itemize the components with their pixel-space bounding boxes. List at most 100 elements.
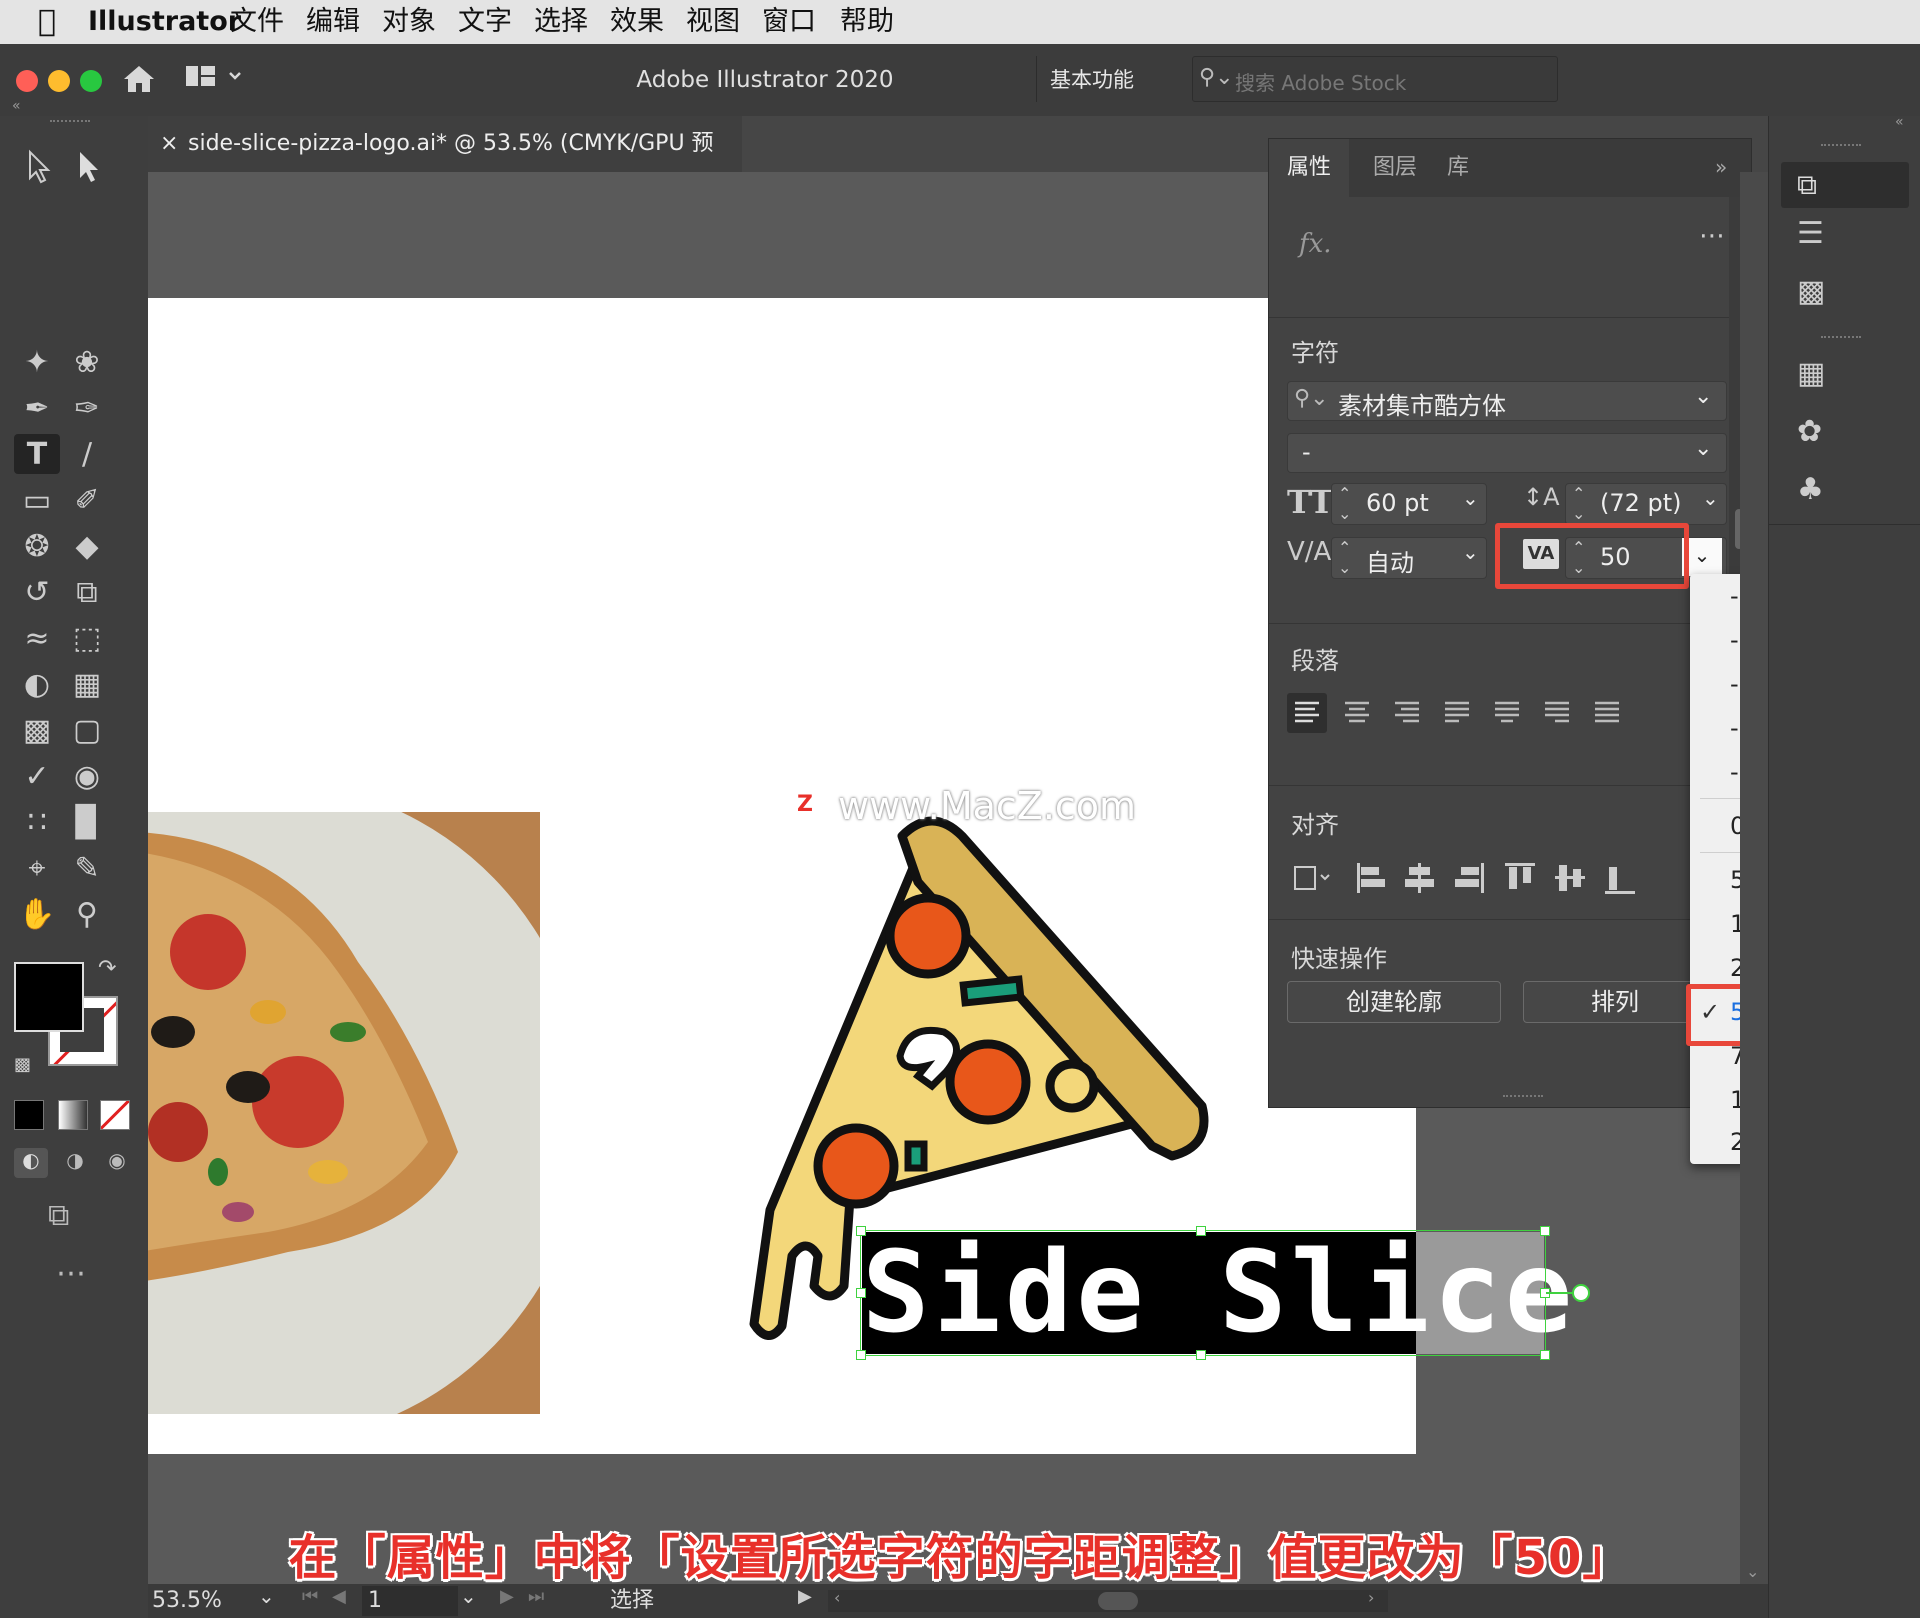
swatches-icon[interactable]: ▦ — [1797, 356, 1825, 391]
shaper-tool-icon[interactable]: ❂ — [14, 526, 60, 566]
eyedropper-tool-icon[interactable]: ✓ — [14, 756, 60, 796]
tab-libraries[interactable]: 库 — [1433, 139, 1483, 197]
selection-handle[interactable] — [1540, 1350, 1550, 1360]
draw-inside-icon[interactable]: ◉ — [100, 1148, 134, 1178]
align-center-icon[interactable] — [1345, 701, 1369, 723]
kerning-field[interactable]: ⌃ ⌄ 自动 ⌄ — [1331, 537, 1487, 579]
zoom-tool-icon[interactable]: ⚲ — [64, 894, 110, 934]
line-tool-icon[interactable]: ∕ — [64, 434, 110, 474]
justify-all-icon[interactable] — [1595, 701, 1619, 723]
menu-object[interactable]: 对象 — [382, 4, 436, 40]
shape-builder-tool-icon[interactable]: ◐ — [14, 664, 60, 704]
width-tool-icon[interactable]: ≈ — [14, 618, 60, 658]
selection-handle[interactable] — [1196, 1226, 1206, 1236]
curvature-tool-icon[interactable]: ✑ — [64, 388, 110, 428]
properties-panel-button[interactable]: ⧉ — [1781, 162, 1909, 208]
selection-handle[interactable] — [856, 1350, 866, 1360]
free-transform-tool-icon[interactable]: ⬚ — [64, 618, 110, 658]
draw-normal-icon[interactable]: ◐ — [14, 1148, 48, 1178]
magic-wand-tool-icon[interactable]: ✦ — [14, 342, 60, 382]
artboard-tool-icon[interactable]: ⌖ — [14, 848, 60, 888]
document-tab[interactable]: × side-slice-pizza-logo.ai* @ 53.5% (CMY… — [148, 116, 742, 212]
last-artboard-icon[interactable]: ⏭ — [528, 1586, 544, 1607]
default-colors-icon[interactable]: ▩ — [14, 1054, 31, 1075]
scale-tool-icon[interactable]: ⧉ — [64, 572, 110, 612]
vertical-align-top-icon[interactable] — [1505, 863, 1535, 889]
grip-handle[interactable] — [50, 120, 90, 128]
menu-type[interactable]: 文字 — [458, 4, 512, 40]
selection-handle[interactable] — [856, 1226, 866, 1236]
rotate-tool-icon[interactable]: ↺ — [14, 572, 60, 612]
color-mode-button[interactable] — [14, 1100, 44, 1130]
selection-handle[interactable] — [856, 1288, 866, 1298]
font-size-field[interactable]: ⌃ ⌄ 60 pt ⌄ — [1331, 483, 1487, 525]
blend-tool-icon[interactable]: ◉ — [64, 756, 110, 796]
previous-artboard-icon[interactable]: ◀ — [332, 1586, 346, 1607]
screen-mode-icon[interactable]: ⧉ — [48, 1198, 69, 1233]
stepper-icon[interactable]: ⌃ ⌄ — [1338, 538, 1351, 578]
horizontal-align-center-icon[interactable] — [1405, 863, 1434, 893]
text-out-port[interactable] — [1572, 1284, 1590, 1302]
more-options-icon[interactable]: ⋯ — [1699, 221, 1725, 251]
panel-resize-grip[interactable] — [1503, 1095, 1543, 1101]
lasso-tool-icon[interactable]: ❀ — [64, 342, 110, 382]
workspace-switcher[interactable]: 基本功能 ⌄ — [1050, 58, 1170, 135]
menu-effect[interactable]: 效果 — [610, 4, 664, 40]
brushes-icon[interactable]: ✿ — [1797, 414, 1822, 449]
menu-edit[interactable]: 编辑 — [306, 4, 360, 40]
fx-icon[interactable]: fx. — [1299, 229, 1332, 259]
symbols-icon[interactable]: ♣ — [1797, 472, 1824, 507]
gradient-tool-icon[interactable]: ▢ — [64, 710, 110, 750]
more-tools-icon[interactable]: ⋯ — [56, 1256, 86, 1291]
tab-properties[interactable]: 属性 — [1269, 139, 1349, 197]
vertical-align-center-icon[interactable] — [1555, 865, 1585, 891]
horizontal-align-right-icon[interactable] — [1455, 863, 1484, 893]
selection-tool-icon[interactable] — [29, 149, 51, 184]
column-graph-tool-icon[interactable]: ▉ — [64, 802, 110, 842]
pen-tool-icon[interactable]: ✒ — [14, 388, 60, 428]
tab-layers[interactable]: 图层 — [1365, 139, 1425, 197]
eraser-tool-icon[interactable]: ◆ — [64, 526, 110, 566]
zoom-field[interactable]: 53.5% — [152, 1586, 256, 1616]
panel-menu-icon[interactable]: » — [1715, 155, 1727, 179]
canvas-vertical-scrollbar[interactable]: ⌄ — [1740, 172, 1768, 1584]
fill-swatch-front[interactable] — [14, 962, 84, 1032]
symbol-sprayer-tool-icon[interactable]: ∷ — [14, 802, 60, 842]
stepper-icon[interactable]: ⌃ ⌄ — [1572, 484, 1585, 524]
font-style-select[interactable]: - ⌄ — [1287, 433, 1727, 473]
swap-fill-stroke-icon[interactable]: ↷ — [98, 956, 116, 981]
chevron-right-icon[interactable]: › — [1368, 1588, 1374, 1607]
leading-field[interactable]: ⌃ ⌄ (72 pt) ⌄ — [1565, 483, 1727, 525]
next-artboard-icon[interactable]: ▶ — [500, 1586, 514, 1607]
align-left-icon[interactable] — [1295, 701, 1319, 723]
slice-tool-icon[interactable]: ✎ — [64, 848, 110, 888]
hand-tool-icon[interactable]: ✋ — [14, 894, 60, 934]
selection-handle[interactable] — [1196, 1350, 1206, 1360]
search-input[interactable]: 搜索 Adobe Stock — [1235, 67, 1406, 96]
menu-select[interactable]: 选择 — [534, 4, 588, 40]
stock-search-box[interactable]: ⚲⌄ 搜索 Adobe Stock — [1192, 56, 1558, 102]
stepper-icon[interactable]: ⌃ ⌄ — [1338, 484, 1351, 524]
app-menu[interactable]: Illustrator — [88, 4, 241, 40]
perspective-grid-tool-icon[interactable]: ▦ — [64, 664, 110, 704]
font-family-select[interactable]: ⚲⌄ 素材集市酷方体 ⌄ — [1287, 381, 1727, 421]
justify-left-icon[interactable] — [1445, 701, 1469, 723]
close-tab-button[interactable]: × — [160, 116, 178, 172]
collapse-icon[interactable]: « — [1895, 114, 1904, 130]
artboard-number-field[interactable]: 1 — [362, 1586, 458, 1616]
draw-behind-icon[interactable]: ◑ — [58, 1148, 92, 1178]
align-to-selection-icon[interactable] — [1294, 866, 1330, 890]
gradient-mode-button[interactable] — [58, 1100, 88, 1130]
align-right-icon[interactable] — [1395, 701, 1419, 723]
collapse-icon[interactable]: « — [12, 98, 21, 114]
justify-right-icon[interactable] — [1545, 701, 1569, 723]
create-outlines-button[interactable]: 创建轮廓 — [1287, 981, 1501, 1023]
none-mode-button[interactable] — [100, 1100, 130, 1130]
layers-icon[interactable]: ☰ — [1797, 216, 1824, 251]
horizontal-align-left-icon[interactable] — [1357, 863, 1385, 893]
menu-window[interactable]: 窗口 — [762, 4, 816, 40]
rectangle-tool-icon[interactable]: ▭ — [14, 480, 60, 520]
first-artboard-icon[interactable]: ⏮ — [302, 1586, 318, 1607]
type-tool-icon[interactable]: T — [14, 434, 60, 474]
pizza-photo[interactable] — [148, 812, 540, 1414]
